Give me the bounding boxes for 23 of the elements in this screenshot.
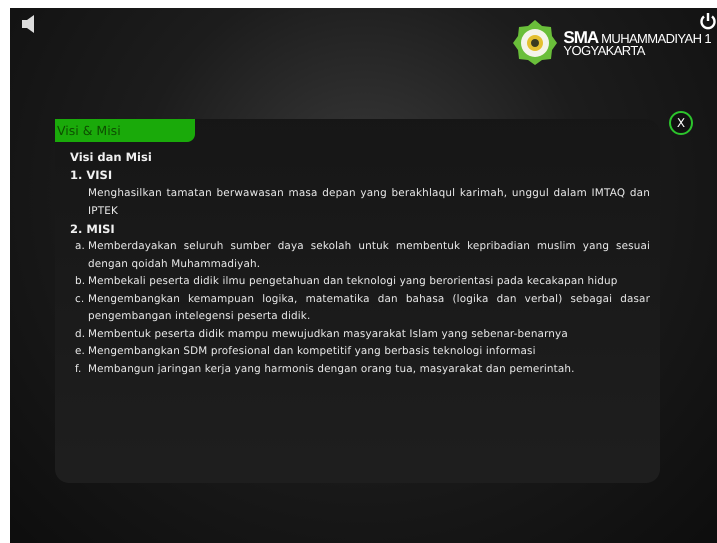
section-heading: 2. MISI	[70, 221, 116, 238]
speaker-icon[interactable]	[22, 15, 36, 33]
power-icon[interactable]	[699, 12, 717, 30]
school-city: YOGYAKARTA	[563, 44, 646, 56]
school-name: SMA MUHAMMADIYAH 1	[563, 32, 711, 44]
list-marker: a.	[75, 239, 86, 254]
list-marker: b.	[75, 274, 86, 289]
section-heading: 1. VISI	[70, 167, 114, 184]
list-text: Membekali peserta didik ilmu pengetahuan dan teknologi yang berorientasi pada kecakapan hidup	[88, 274, 619, 289]
list-marker: d.	[75, 326, 86, 342]
list-text: Mengembangkan SDM profesional dan kompetitif yang berbasis teknologi informasi	[88, 344, 537, 359]
close-button[interactable]: X	[669, 111, 693, 135]
panel-title: Visi & Misi	[55, 119, 195, 142]
school-logo	[511, 18, 560, 66]
list-text: Membentuk peserta didik mampu mewujudkan masyarakat Islam yang sebenar-benarnya	[88, 326, 569, 342]
content-heading: Visi dan Misi	[70, 149, 153, 166]
section-text: Menghasilkan tamatan berwawasan masa depan yang berakhlaqul karimah, unggul dalam IMTAQ dan IPTEK	[88, 186, 650, 219]
list-marker: e.	[75, 344, 86, 359]
list-marker: c.	[75, 292, 86, 306]
list-text: Mengembangkan kemampuan logika, matematika dan bahasa (logika dan verbal) sebagai dasar pengembangan intelegensi peserta didik.	[88, 292, 650, 324]
list-text: Memberdayakan seluruh sumber daya sekolah untuk membentuk kepribadian muslim yang sesuai dengan qoidah Muhammadiyah.	[88, 239, 650, 272]
list-text: Membangun jaringan kerja yang harmonis dengan orang tua, masyarakat dan pemerintah.	[88, 362, 576, 376]
list-marker: f.	[75, 362, 83, 376]
